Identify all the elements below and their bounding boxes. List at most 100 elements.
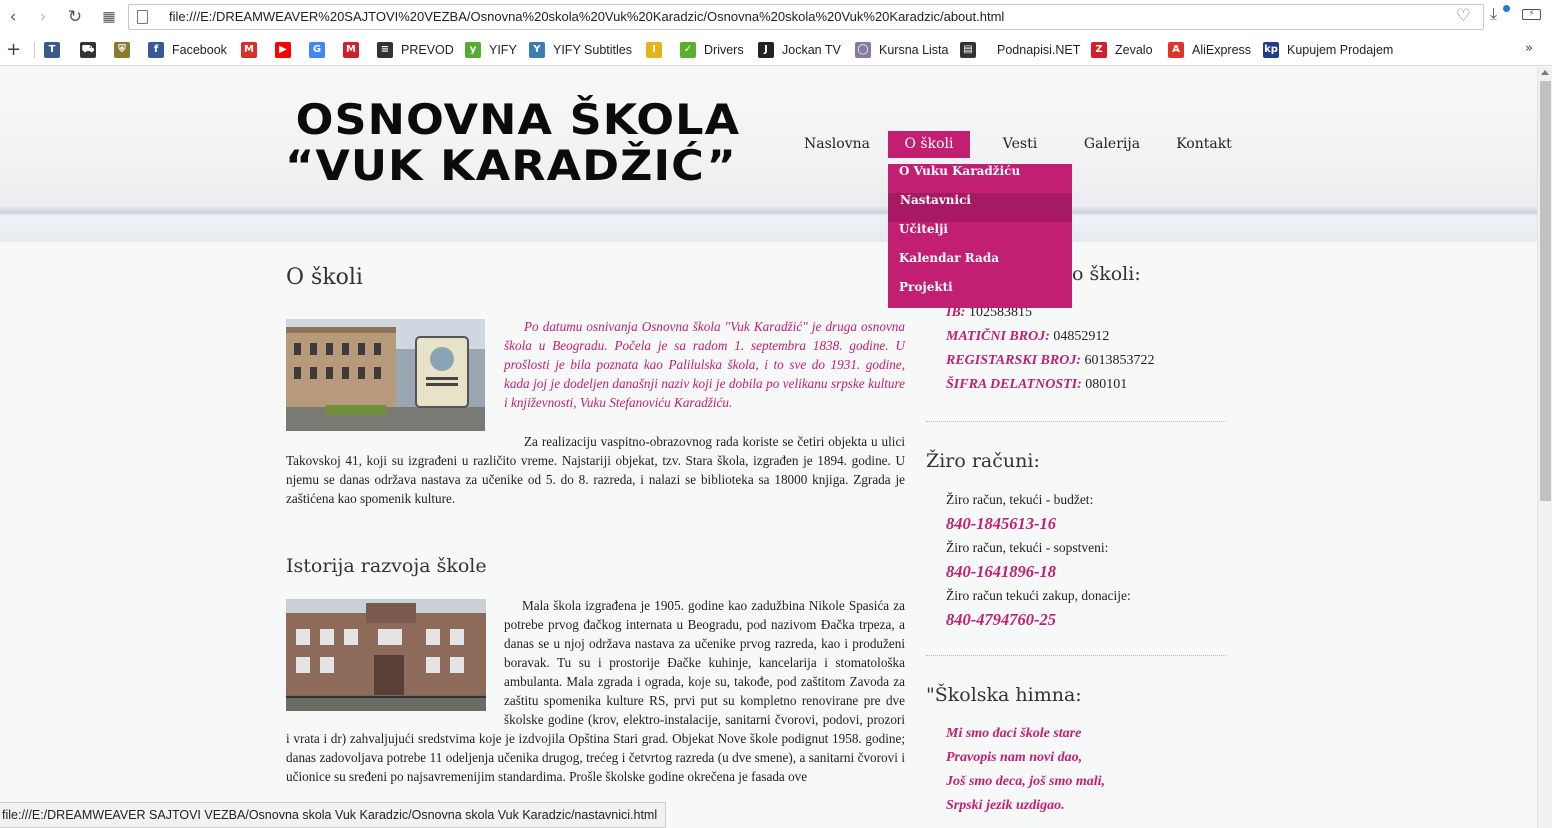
bookmark-heart-icon[interactable]: ♡ (1456, 6, 1471, 26)
kursna-lista-icon: ◯ (855, 42, 871, 58)
bookmark-item[interactable]: M (343, 34, 367, 66)
prevod-icon: ≡ (377, 42, 393, 58)
m-icon: M (343, 42, 359, 58)
bookmark-item[interactable]: G (309, 34, 333, 66)
download-badge (1503, 5, 1510, 12)
address-bar[interactable]: file:///E:/DREAMWEAVER%20SAJTOVI%20VEZBA… (128, 4, 1484, 30)
translate-icon: G (309, 42, 325, 58)
bookmark-item[interactable]: A AliExpress (1168, 34, 1251, 66)
info-value: 6013853722 (1084, 353, 1155, 368)
bookmark-item[interactable]: I (646, 34, 670, 66)
scroll-thumb[interactable] (1540, 81, 1551, 501)
account-label: Žiro račun tekući zakup, donacije: (946, 588, 1131, 603)
yify-icon: y (465, 42, 481, 58)
bookmark-label: YIFY Subtitles (553, 43, 632, 57)
buildings-paragraph: Za realizaciju vaspitno-obrazovnog rada … (286, 432, 905, 508)
history-heading: Istorija razvoja škole (286, 555, 487, 577)
kupujem-prodajem-icon: kp (1263, 42, 1279, 58)
old-school-photo (286, 319, 485, 431)
info-key: ŠIFRA DELATNOSTI: (946, 377, 1082, 392)
sidebar-divider (926, 655, 1226, 656)
anthem-line: Srpski jezik uzdigao. (946, 798, 1065, 813)
account-label: Žiro račun, tekući - budžet: (946, 492, 1094, 507)
bookmark-label: AliExpress (1192, 43, 1252, 57)
header-band (0, 205, 1537, 242)
speed-dial-icon[interactable]: ▦ (98, 6, 120, 28)
about-heading: O školi (286, 265, 363, 290)
photo-wrap-spacer (286, 596, 504, 712)
download-icon[interactable]: ⤓ (1490, 4, 1497, 24)
back-icon[interactable]: ‹ (2, 6, 24, 28)
info-value: 080101 (1085, 377, 1128, 392)
nav-galerija[interactable]: Galerija (1076, 131, 1148, 158)
bookmark-label: Kupujem Prodajem (1287, 43, 1394, 57)
page-scrollbar[interactable] (1537, 67, 1552, 828)
bookmark-item[interactable]: y YIFY (465, 34, 517, 66)
bookmark-item[interactable]: ⛟ (80, 34, 104, 66)
scroll-up-icon[interactable] (1541, 70, 1549, 75)
bookmark-label: Drivers (704, 43, 744, 57)
address-url[interactable]: file:///E:/DREAMWEAVER%20SAJTOVI%20VEZBA… (169, 9, 1004, 24)
site-logo[interactable]: OSNOVNA ŠKOLA “VUK KARADŽIĆ” (285, 97, 740, 189)
site-header: OSNOVNA ŠKOLA “VUK KARADŽIĆ” Naslovna O … (0, 67, 1537, 242)
bookmark-label: YIFY (489, 43, 517, 57)
info-value: 04852912 (1053, 329, 1110, 344)
bookmark-item[interactable]: Podnapisi.NET (974, 34, 1080, 66)
dropdown-projekti[interactable]: Projekti (888, 280, 1072, 309)
anthem-heading: "Školska himna: (926, 684, 1082, 706)
imdb-icon: I (646, 42, 662, 58)
history-paragraph: Mala škola izgrađena je 1905. godine kao… (286, 596, 905, 786)
bookmark-label: Podnapisi.NET (997, 43, 1081, 57)
page-viewport: OSNOVNA ŠKOLA “VUK KARADŽIĆ” Naslovna O … (0, 67, 1537, 828)
buildings-paragraph-text: Za realizaciju vaspitno-obrazovnog rada … (286, 434, 905, 506)
yify-subtitles-icon: Y (529, 42, 545, 58)
bookmark-label: PREVOD (401, 43, 454, 57)
o-skoli-dropdown: O Vuku Karadžiću Nastavnici Učitelji Kal… (888, 164, 1072, 308)
bookmark-label: Zevalo (1115, 43, 1153, 57)
shield-icon: ⛨ (114, 42, 130, 58)
bookmark-item[interactable]: ⛨ (114, 34, 138, 66)
more-bookmarks-icon[interactable]: » (1525, 41, 1533, 56)
dropdown-kalendar-rada[interactable]: Kalendar Rada (888, 251, 1072, 280)
bookmarks-bar: + T ⛟ ⛨ f Facebook M ▶ G M ≡ PREVOD y YIFY Y YIFY Subt… (0, 34, 1552, 66)
nav-vesti[interactable]: Vesti (990, 131, 1050, 158)
t2-icon: T (44, 42, 60, 58)
bookmark-item[interactable]: T (44, 34, 68, 66)
battery-icon[interactable]: ⚡ (1522, 9, 1541, 20)
youtube-icon: ▶ (275, 42, 291, 58)
link-status-bar: file:///E:/DREAMWEAVER SAJTOVI VEZBA/Osn… (0, 802, 667, 828)
bookmark-item[interactable]: ▶ (275, 34, 299, 66)
bookmark-item[interactable]: kp Kupujem Prodajem (1263, 34, 1393, 66)
reload-icon[interactable]: ↻ (64, 6, 86, 28)
dropdown-o-vuku-karadzicu[interactable]: O Vuku Karadžiću (888, 164, 1072, 193)
bookmark-item[interactable]: Y YIFY Subtitles (529, 34, 632, 66)
bookmark-item[interactable]: ◯ Kursna Lista (855, 34, 948, 66)
bookmark-item[interactable]: ✓ Drivers (680, 34, 744, 66)
info-key: REGISTARSKI BROJ: (946, 353, 1081, 368)
anthem-line: Mi smo đaci škole stare (946, 726, 1082, 741)
old-school-photo-art (286, 319, 485, 431)
account-number: 840-4794760-25 (946, 610, 1056, 629)
bookmark-item[interactable]: f Facebook (148, 34, 227, 66)
dropdown-ucitelji[interactable]: Učitelji (888, 222, 1072, 251)
bookmark-item[interactable]: ≡ PREVOD (377, 34, 454, 66)
accounts-heading: Žiro računi: (926, 450, 1040, 472)
bookmark-item[interactable]: J Jockan TV (758, 34, 841, 66)
info-key: MATIČNI BROJ: (946, 329, 1050, 344)
forward-icon[interactable]: › (32, 6, 54, 28)
bookmark-label: Facebook (172, 43, 227, 57)
bookmark-item[interactable]: Z Zevalo (1091, 34, 1153, 66)
nav-naslovna[interactable]: Naslovna (794, 131, 880, 158)
intro-paragraph: Po datumu osnivanja Osnovna škola "Vuk K… (504, 319, 905, 410)
nav-kontakt[interactable]: Kontakt (1168, 131, 1240, 158)
dropdown-nastavnici[interactable]: Nastavnici (888, 193, 1072, 222)
bookmark-label: Jockan TV (782, 43, 841, 57)
anthem-line: Još smo deca, još smo mali, (946, 774, 1106, 789)
bookmark-item[interactable]: M (241, 34, 265, 66)
add-bookmark-icon[interactable]: + (6, 39, 21, 60)
car-icon: ⛟ (80, 42, 96, 58)
nav-o-skoli[interactable]: O školi (888, 131, 970, 158)
info-maticni-broj: MATIČNI BROJ: 04852912 (946, 329, 1109, 345)
drivers-icon: ✓ (680, 42, 696, 58)
facebook-icon: f (148, 42, 164, 58)
